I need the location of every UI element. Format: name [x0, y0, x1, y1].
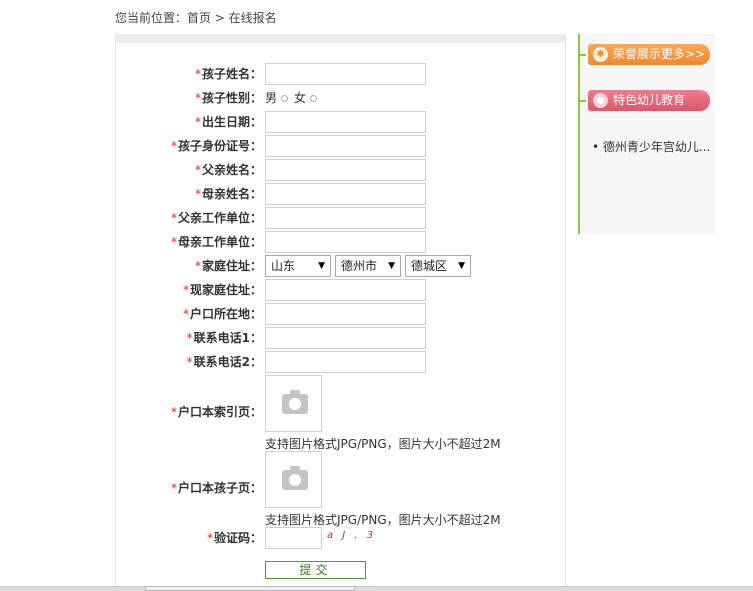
current-address-input[interactable]	[265, 279, 426, 301]
mother-work-input[interactable]	[265, 231, 426, 253]
row-hukou-location: *户口所在地：	[116, 302, 567, 326]
phone-1-input[interactable]	[265, 327, 426, 349]
row-father-name: *父亲姓名：	[116, 158, 567, 182]
hukou-index-upload[interactable]	[265, 375, 322, 432]
form-header-bar	[116, 34, 565, 43]
row-father-work: *父亲工作单位：	[116, 206, 567, 230]
row-home-address: *家庭住址： 山东 ▼ 德州市 ▼ 德城区 ▼	[116, 254, 567, 278]
row-hukou-index: *户口本索引页：	[116, 400, 567, 424]
gender-male-radio[interactable]	[281, 95, 289, 102]
gender-female-label: 女	[294, 91, 307, 105]
gender-male-label: 男	[265, 91, 278, 105]
father-name-input[interactable]	[265, 159, 426, 181]
circle-icon	[593, 93, 608, 108]
row-mother-name: *母亲姓名：	[116, 182, 567, 206]
district-select[interactable]: 德城区 ▼	[405, 255, 471, 277]
label-current-address: *现家庭住址：	[182, 283, 262, 297]
camera-icon	[282, 466, 308, 490]
honor-more-link[interactable]: ✱ 荣誉展示更多>>	[588, 44, 710, 65]
label-mother-work: *母亲工作单位：	[170, 235, 262, 249]
province-select[interactable]: 山东 ▼	[265, 255, 331, 277]
father-work-input[interactable]	[265, 207, 426, 229]
sidebar-notch	[578, 100, 586, 102]
hukou-index-hint: 支持图片格式JPG/PNG，图片大小不超过2M	[265, 437, 501, 451]
captcha-image[interactable]: a J , 3	[327, 530, 376, 541]
row-current-address: *现家庭住址：	[116, 278, 567, 302]
sidebar-notch	[578, 54, 586, 56]
row-birth-date: *出生日期：	[116, 110, 567, 134]
city-select[interactable]: 德州市 ▼	[335, 255, 401, 277]
label-captcha: *验证码：	[206, 531, 262, 545]
horizontal-scrollbar[interactable]	[0, 586, 753, 591]
label-mother-name: *母亲姓名：	[194, 187, 262, 201]
birth-date-input[interactable]	[265, 111, 426, 133]
breadcrumb: 您当前位置：首页 > 在线报名	[115, 11, 277, 25]
star-icon: ✱	[593, 47, 608, 62]
hukou-child-upload[interactable]	[265, 451, 322, 508]
row-hukou-child: *户口本孩子页：	[116, 476, 567, 500]
mother-name-input[interactable]	[265, 183, 426, 205]
gender-options: 男女	[265, 86, 323, 110]
phone-2-input[interactable]	[265, 351, 426, 373]
row-mother-work: *母亲工作单位：	[116, 230, 567, 254]
label-child-gender: *孩子性别：	[194, 91, 262, 105]
chevron-down-icon: ▼	[318, 261, 325, 271]
submit-button[interactable]: 提交	[265, 561, 366, 579]
label-phone-1: *联系电话1：	[186, 331, 262, 345]
label-hukou-location: *户口所在地：	[182, 307, 262, 321]
label-father-name: *父亲姓名：	[194, 163, 262, 177]
label-child-id: *孩子身份证号：	[170, 139, 262, 153]
child-id-input[interactable]	[265, 135, 426, 157]
row-phone-1: *联系电话1：	[116, 326, 567, 350]
sidebar-link-item[interactable]: • 德州青少年宫幼儿...	[592, 138, 710, 155]
label-child-name: *孩子姓名：	[194, 67, 262, 81]
hukou-location-input[interactable]	[265, 303, 426, 325]
label-hukou-index: *户口本索引页：	[170, 405, 262, 419]
scrollbar-thumb[interactable]	[145, 586, 355, 591]
label-home-address: *家庭住址：	[194, 259, 262, 273]
sidebar: ✱ 荣誉展示更多>> 特色幼儿教育 • 德州青少年宫幼儿...	[578, 34, 715, 234]
registration-form: *孩子姓名： *孩子性别： 男女 *出生日期： *孩子身份证号： *父亲姓名： …	[115, 34, 566, 591]
gender-female-radio[interactable]	[310, 95, 318, 102]
child-name-input[interactable]	[265, 63, 426, 85]
camera-icon	[282, 390, 308, 414]
chevron-down-icon: ▼	[458, 261, 465, 271]
feature-education-tab[interactable]: 特色幼儿教育	[588, 90, 710, 111]
row-child-gender: *孩子性别： 男女	[116, 86, 567, 110]
row-child-id: *孩子身份证号：	[116, 134, 567, 158]
captcha-input[interactable]	[265, 527, 322, 549]
label-phone-2: *联系电话2：	[186, 355, 262, 369]
row-child-name: *孩子姓名：	[116, 62, 567, 86]
label-father-work: *父亲工作单位：	[170, 211, 262, 225]
label-hukou-child: *户口本孩子页：	[170, 481, 262, 495]
row-phone-2: *联系电话2：	[116, 350, 567, 374]
chevron-down-icon: ▼	[388, 261, 395, 271]
label-birth-date: *出生日期：	[194, 115, 262, 129]
